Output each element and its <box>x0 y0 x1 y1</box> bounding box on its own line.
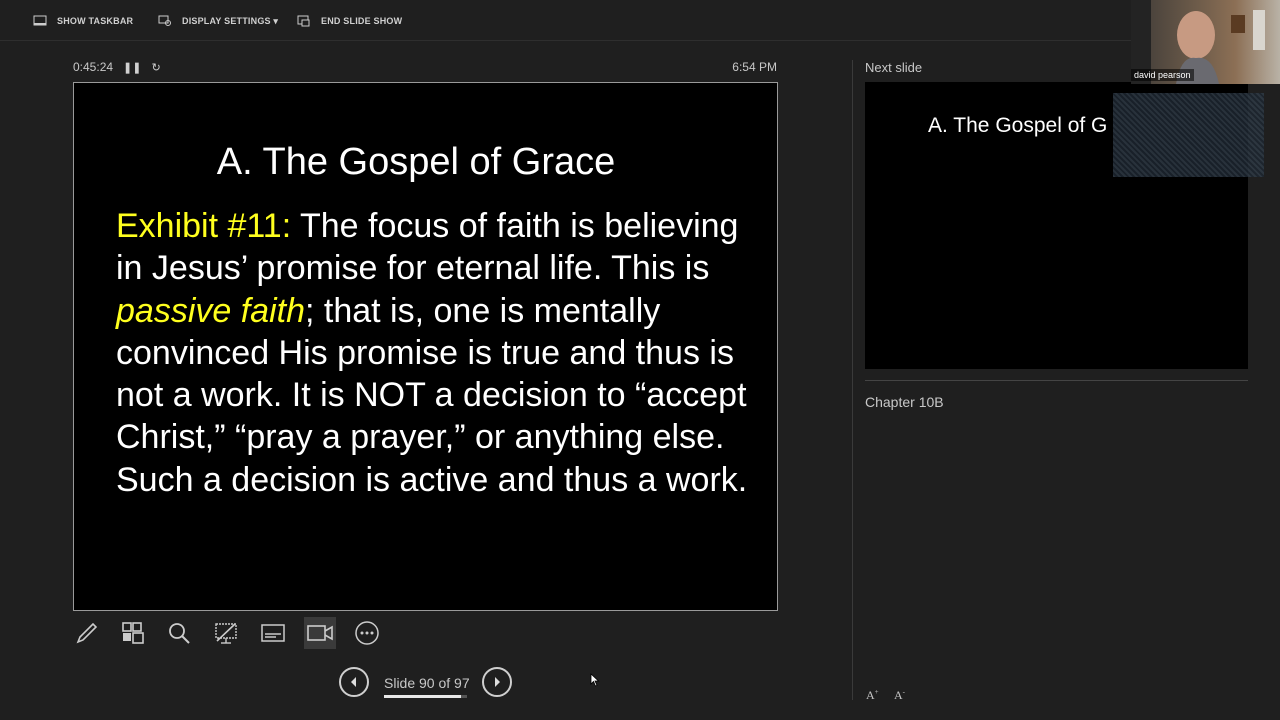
video-tile-overlay <box>1113 93 1264 177</box>
end-show-icon <box>297 15 310 27</box>
more-options-button[interactable] <box>351 617 383 649</box>
camera-toggle-button[interactable] <box>304 617 336 649</box>
end-slide-show-label: END SLIDE SHOW <box>321 16 403 26</box>
see-all-slides-button[interactable] <box>117 617 149 649</box>
next-arrow-icon <box>495 677 500 687</box>
slide-timer: 0:45:24 ❚❚ ↻ <box>73 60 161 74</box>
slide-counter[interactable]: Slide 90 of 97 <box>384 675 470 691</box>
notes-divider <box>865 380 1248 381</box>
next-slide-title: A. The Gospel of G <box>928 114 1108 137</box>
display-settings-icon <box>158 15 171 26</box>
slide-progress-fill <box>384 695 461 698</box>
webcam-feed: david pearson <box>1131 0 1280 84</box>
next-slide-button[interactable] <box>482 667 512 697</box>
slide-progress-bar <box>384 695 467 698</box>
end-slide-show-button[interactable]: END SLIDE SHOW <box>297 12 402 30</box>
decrease-font-icon: A <box>894 688 903 702</box>
current-slide[interactable]: A. The Gospel of Grace Exhibit #11: The … <box>73 82 778 611</box>
slide-body: Exhibit #11: The focus of faith is belie… <box>116 205 756 501</box>
restart-icon[interactable]: ↻ <box>151 61 160 74</box>
show-taskbar-button[interactable]: SHOW TASKBAR <box>33 12 133 30</box>
pen-icon <box>76 622 98 644</box>
subtitles-icon <box>261 624 285 642</box>
increase-font-icon: A <box>866 688 875 702</box>
zoom-button[interactable] <box>163 617 195 649</box>
decrease-font-button[interactable]: A- <box>894 688 905 703</box>
previous-arrow-icon <box>351 677 356 687</box>
panel-divider[interactable] <box>852 60 853 700</box>
display-settings-button[interactable]: DISPLAY SETTINGS ▾ <box>158 12 278 30</box>
increase-font-button[interactable]: A+ <box>866 688 879 703</box>
black-screen-button[interactable] <box>210 617 242 649</box>
camera-icon <box>307 625 333 641</box>
pause-icon[interactable]: ❚❚ <box>123 61 141 74</box>
slide-title: A. The Gospel of Grace <box>216 141 616 183</box>
exhibit-label: Exhibit #11: <box>116 207 292 245</box>
show-taskbar-label: SHOW TASKBAR <box>57 16 134 26</box>
black-screen-icon <box>215 623 237 644</box>
top-toolbar: SHOW TASKBAR DISPLAY SETTINGS ▾ END SLID… <box>0 0 1280 41</box>
display-settings-label: DISPLAY SETTINGS ▾ <box>182 15 279 26</box>
zoom-icon <box>169 623 190 644</box>
participant-name: david pearson <box>1131 69 1194 81</box>
slide-emphasis: passive faith <box>116 291 305 330</box>
elapsed-time: 0:45:24 <box>73 60 114 74</box>
mouse-cursor-icon <box>590 673 600 687</box>
speaker-notes: Chapter 10B <box>865 394 944 410</box>
taskbar-icon <box>33 15 47 26</box>
see-all-slides-icon <box>122 622 144 644</box>
more-options-icon <box>355 621 379 645</box>
next-slide-label: Next slide <box>865 60 923 75</box>
pen-tool-button[interactable] <box>71 617 103 649</box>
previous-slide-button[interactable] <box>339 667 369 697</box>
subtitles-button[interactable] <box>257 617 289 649</box>
current-time: 6:54 PM <box>732 60 777 74</box>
